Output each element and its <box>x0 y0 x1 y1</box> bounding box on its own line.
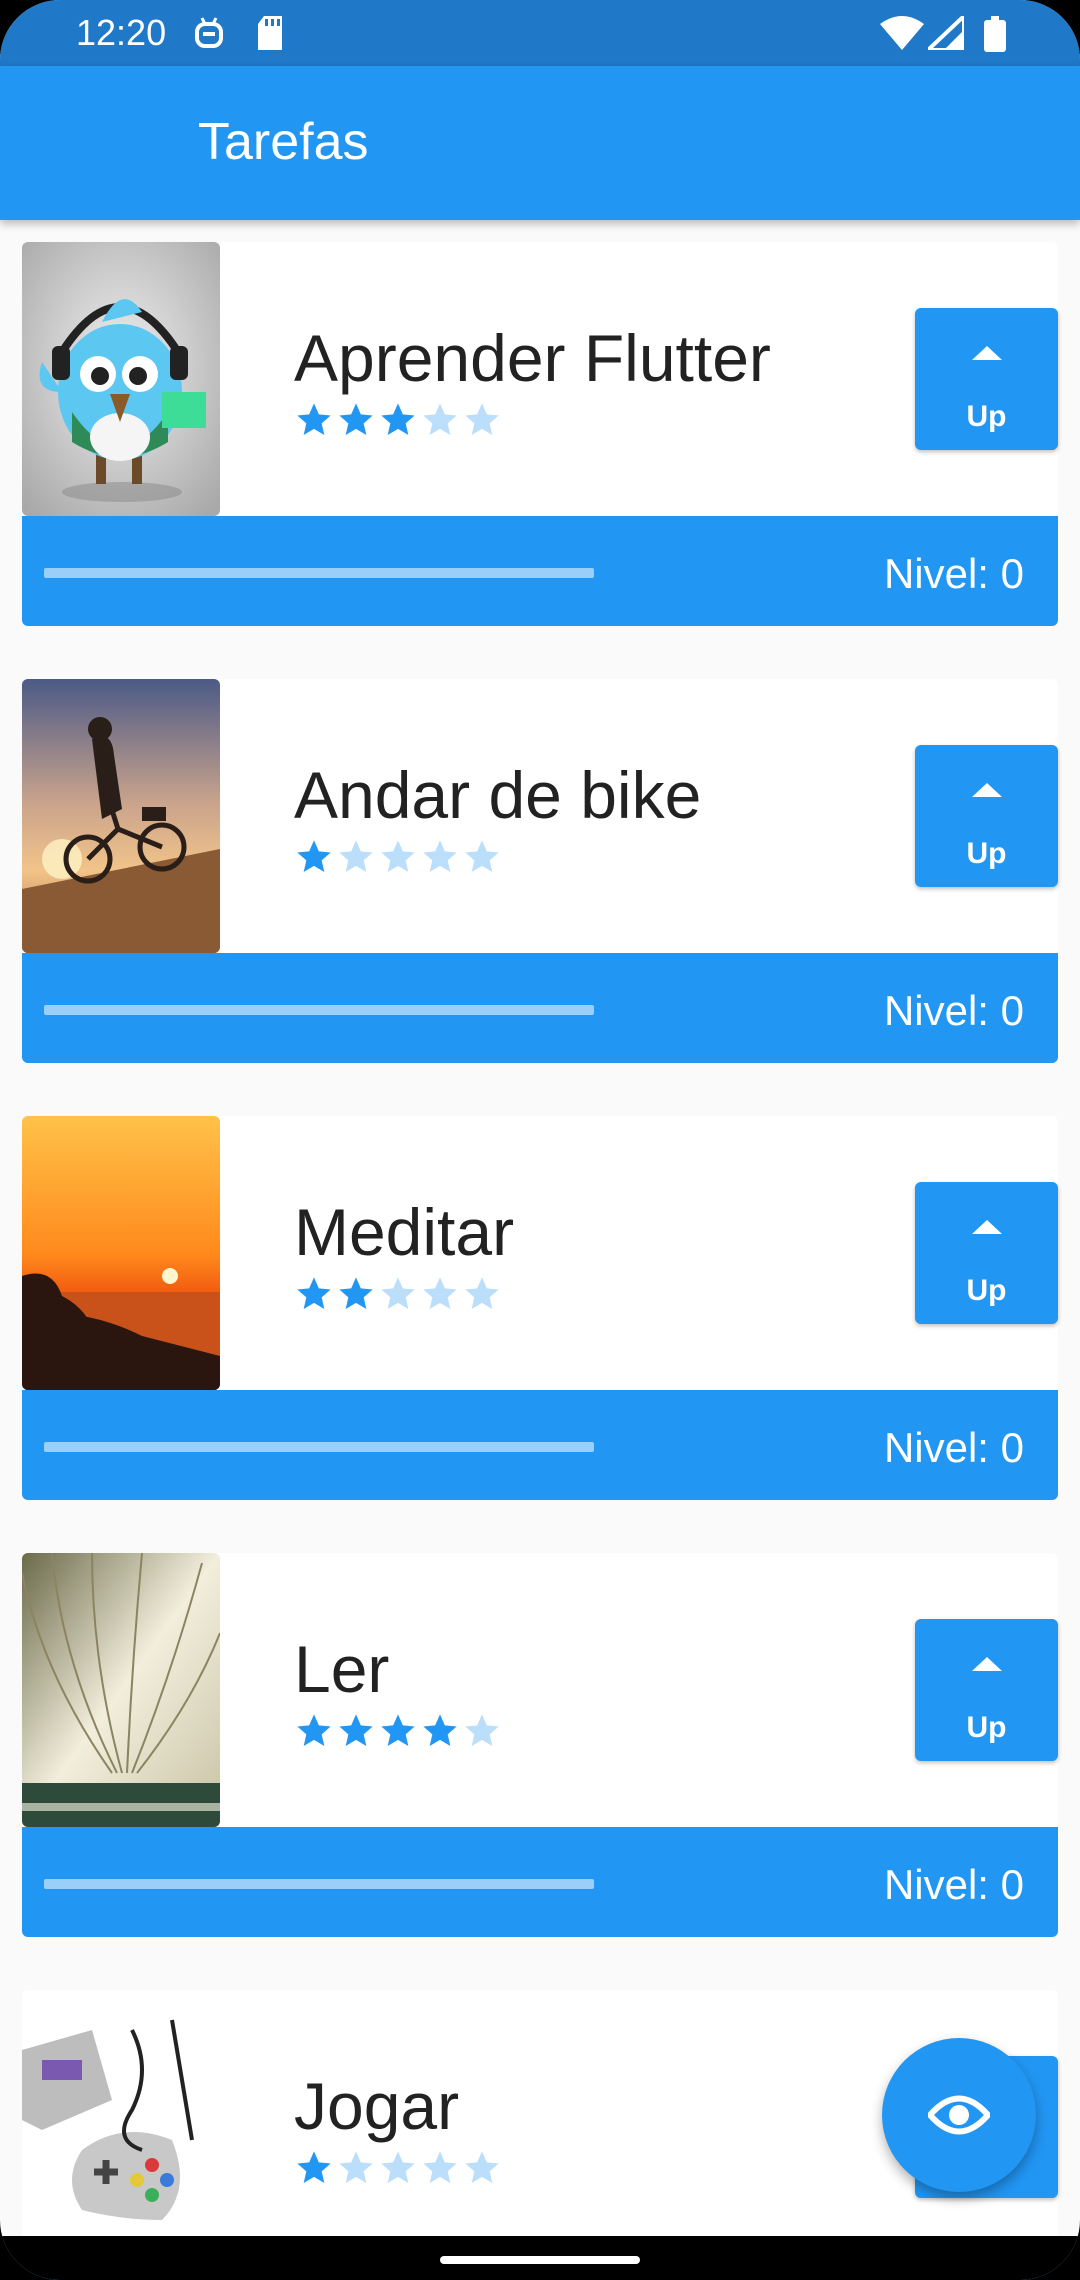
star-icon <box>420 1274 460 1314</box>
task-name: Ler <box>294 1632 390 1706</box>
task-progress-bar-area: Nivel: 0 <box>22 1827 1058 1937</box>
level-up-button[interactable]: Up <box>915 1182 1058 1324</box>
level-up-label: Up <box>966 1711 1007 1744</box>
star-icon <box>336 2148 376 2188</box>
status-time: 12:20 <box>76 12 167 53</box>
task-card-header: Ler Up <box>22 1553 1058 1827</box>
task-name: Jogar <box>294 2069 460 2143</box>
star-icon <box>462 2148 502 2188</box>
star-icon <box>378 837 418 877</box>
task-card: Meditar Up Nivel: 0 <box>22 1116 1058 1500</box>
task-name: Aprender Flutter <box>294 321 771 395</box>
task-progress-bar-area: Nivel: 0 <box>22 953 1058 1063</box>
level-text: Nivel: 0 <box>883 550 1024 597</box>
task-image <box>22 1990 220 2264</box>
level-progress-bar <box>44 568 594 578</box>
star-icon <box>336 1274 376 1314</box>
task-image <box>22 679 220 953</box>
level-up-label: Up <box>966 837 1007 870</box>
signal-icon <box>922 11 966 55</box>
task-card: Ler Up Nivel: 0 <box>22 1553 1058 1937</box>
difficulty-stars <box>294 2148 502 2188</box>
star-icon <box>420 400 460 440</box>
task-image <box>22 1553 220 1827</box>
star-icon <box>462 1274 502 1314</box>
star-icon <box>294 2148 334 2188</box>
star-icon <box>294 1711 334 1751</box>
android-debug-icon <box>194 16 224 57</box>
star-icon <box>378 1711 418 1751</box>
level-text: Nivel: 0 <box>883 987 1024 1034</box>
level-up-button[interactable]: Up <box>915 1619 1058 1761</box>
task-card: Andar de bike Up Nivel: 0 <box>22 679 1058 1063</box>
level-text: Nivel: 0 <box>883 1861 1024 1908</box>
star-icon <box>420 2148 460 2188</box>
task-name: Meditar <box>294 1195 515 1269</box>
task-progress-bar-area: Nivel: 0 <box>22 1390 1058 1500</box>
sd-card-icon <box>256 16 284 55</box>
difficulty-stars <box>294 837 502 877</box>
star-icon <box>336 400 376 440</box>
star-icon <box>336 1711 376 1751</box>
level-progress-bar <box>44 1879 594 1889</box>
eye-icon <box>928 2095 990 2135</box>
app-screen: 12:20 Tarefas Aprender Flutter Up Nivel:… <box>0 0 1080 2280</box>
navigation-bar <box>0 2236 1080 2280</box>
star-icon <box>462 400 502 440</box>
star-icon <box>378 2148 418 2188</box>
battery-icon <box>984 16 1006 57</box>
star-icon <box>420 837 460 877</box>
wifi-icon <box>880 16 924 55</box>
task-image <box>22 242 220 516</box>
arrow-up-icon <box>972 783 1002 797</box>
task-card-header: Aprender Flutter Up <box>22 242 1058 516</box>
task-card-header: Andar de bike Up <box>22 679 1058 953</box>
level-progress-bar <box>44 1005 594 1015</box>
level-up-button[interactable]: Up <box>915 745 1058 887</box>
level-up-label: Up <box>966 400 1007 433</box>
difficulty-stars <box>294 400 502 440</box>
status-bar: 12:20 <box>0 0 1080 66</box>
task-card: Aprender Flutter Up Nivel: 0 <box>22 242 1058 626</box>
star-icon <box>378 1274 418 1314</box>
task-image <box>22 1116 220 1390</box>
arrow-up-icon <box>972 1220 1002 1234</box>
difficulty-stars <box>294 1711 502 1751</box>
task-name: Andar de bike <box>294 758 702 832</box>
app-bar: Tarefas <box>0 66 1080 220</box>
task-card-header: Meditar Up <box>22 1116 1058 1390</box>
app-title: Tarefas <box>198 113 369 171</box>
level-progress-bar <box>44 1442 594 1452</box>
star-icon <box>378 400 418 440</box>
toggle-visibility-fab[interactable] <box>882 2038 1036 2192</box>
star-icon <box>336 837 376 877</box>
star-icon <box>420 1711 460 1751</box>
level-up-button[interactable]: Up <box>915 308 1058 450</box>
level-up-label: Up <box>966 1274 1007 1307</box>
star-icon <box>462 1711 502 1751</box>
star-icon <box>294 837 334 877</box>
task-progress-bar-area: Nivel: 0 <box>22 516 1058 626</box>
difficulty-stars <box>294 1274 502 1314</box>
arrow-up-icon <box>972 346 1002 360</box>
home-indicator[interactable] <box>440 2256 640 2264</box>
star-icon <box>294 1274 334 1314</box>
star-icon <box>462 837 502 877</box>
level-text: Nivel: 0 <box>883 1424 1024 1471</box>
arrow-up-icon <box>972 1657 1002 1671</box>
star-icon <box>294 400 334 440</box>
